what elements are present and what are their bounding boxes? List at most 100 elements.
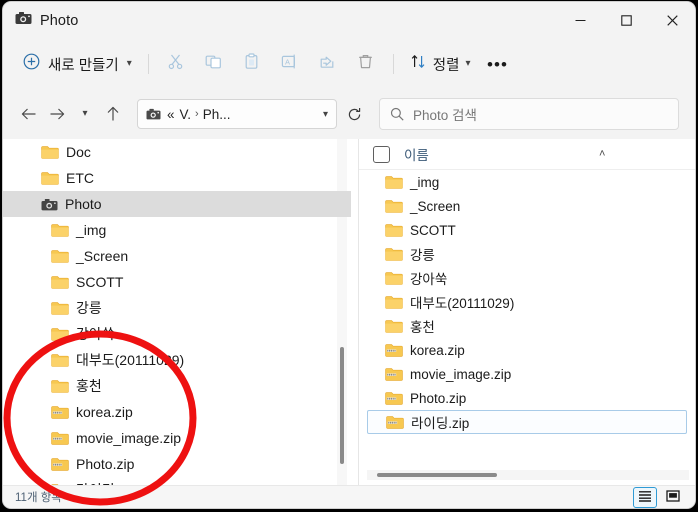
back-button[interactable] [15,99,43,129]
search-box[interactable]: Photo 검색 [379,98,679,130]
file-list-row[interactable]: 강아쑥 [359,266,695,290]
search-input[interactable]: Photo 검색 [413,104,477,124]
zip-folder-icon [51,431,69,445]
toolbar-divider-2 [392,54,394,74]
window-controls [557,2,695,39]
close-button[interactable] [649,2,695,39]
file-list-row[interactable]: movie_image.zip [359,362,695,386]
file-list-row[interactable]: Photo.zip [359,386,695,410]
folder-icon [51,249,69,263]
command-toolbar: 새로 만들기 ▾ A 정렬 ▾ ••• [3,39,695,89]
folder-icon [385,295,403,309]
list-view-icon [638,489,652,507]
folder-icon [385,319,403,333]
file-list-row[interactable]: SCOTT [359,218,695,242]
sort-button[interactable]: 정렬 ▾ [402,48,479,80]
nav-tree-item-label: SCOTT [76,274,124,290]
nav-tree-item[interactable]: _Screen [3,243,351,269]
details-view-button[interactable] [633,487,657,508]
nav-tree-item[interactable]: Photo [3,191,351,217]
folder-icon [385,271,403,285]
folder-icon [385,247,403,261]
nav-tree-item[interactable]: 홍천 [3,373,351,399]
file-list-row[interactable]: _Screen [359,194,695,218]
tile-view-icon [666,489,680,507]
nav-tree-item-label: _img [76,222,107,238]
file-list-row-label: _img [410,174,440,190]
maximize-button[interactable] [603,2,649,39]
zip-folder-icon [51,457,69,471]
nav-tree-item[interactable]: Photo.zip [3,451,351,477]
navigation-pane[interactable]: Doc ETC Photo _img _Screen SCOTT 강릉 강아쑥 대부도(2011… [3,139,351,486]
nav-tree-item[interactable]: 강릉 [3,295,351,321]
new-button[interactable]: 새로 만들기 ▾ [17,47,140,81]
nav-tree-item-label: 홍천 [76,378,102,394]
breadcrumb-item-1[interactable]: Ph... [203,107,231,122]
nav-tree-item[interactable]: Doc [3,139,351,165]
nav-tree-item[interactable]: ETC [3,165,351,191]
column-header-name[interactable]: 이름 [404,144,429,164]
zip-folder-icon [51,405,69,419]
file-explorer-window: Photo 새로 만들기 ▾ A 정렬 ▾ ••• ▾ « V. › Ph...… [3,2,695,508]
file-list-row-label: 강릉 [410,248,435,263]
file-list-row[interactable]: 라이딩.zip [367,410,687,434]
large-icons-view-button[interactable] [661,487,685,508]
window-title: Photo [40,12,79,29]
address-bar[interactable]: « V. › Ph... ▾ [137,99,337,129]
file-list-row-label: korea.zip [410,342,465,358]
copy-button[interactable] [195,48,233,80]
recent-locations-button[interactable]: ▾ [71,99,99,129]
chevron-down-icon[interactable]: ▾ [323,109,332,120]
forward-button[interactable] [43,99,71,129]
file-list-pane[interactable]: 이름 ˄ _img _Screen SCOTT 강릉강아쑥대부도(20111029) 홍… [359,139,695,486]
nav-tree-item[interactable]: korea.zip [3,399,351,425]
camera-icon [146,108,161,120]
minimize-button[interactable] [557,2,603,39]
refresh-button[interactable] [341,99,367,129]
nav-tree-item-label: _Screen [76,248,129,264]
column-header-row: 이름 ˄ [359,139,695,170]
more-options-button[interactable]: ••• [478,48,516,80]
copy-icon [205,53,222,75]
nav-tree-item[interactable]: 강아쑥 [3,321,351,347]
title-bar-left: Photo [3,11,78,30]
file-list-hscrollbar-thumb[interactable] [377,473,497,477]
zip-folder-icon [385,367,403,381]
file-list-row-label: _Screen [410,198,461,214]
nav-tree-item[interactable]: movie_image.zip [3,425,351,451]
nav-tree-item-label: movie_image.zip [76,430,182,446]
file-list-row[interactable]: korea.zip [359,338,695,362]
up-button[interactable] [99,99,127,129]
chevron-down-icon: ▾ [82,108,88,119]
file-list-row[interactable]: 홍천 [359,314,695,338]
toolbar-divider-1 [147,54,149,74]
content-area: Doc ETC Photo _img _Screen SCOTT 강릉 강아쑥 대부도(2011… [3,139,695,486]
file-list-row[interactable]: 강릉 [359,242,695,266]
file-list-row-label: 라이딩.zip [411,416,470,431]
file-list-row[interactable]: _img [359,170,695,194]
status-bar: 11개 항목 [3,485,695,508]
sort-arrows-icon [410,53,427,75]
select-all-checkbox[interactable] [373,145,390,163]
nav-tree-item[interactable]: 대부도(20111029) [3,347,351,373]
share-button[interactable] [309,48,347,80]
share-icon [319,53,336,75]
nav-tree-item-label: Photo.zip [76,456,135,472]
ellipsis-icon: ••• [487,54,508,74]
file-list-row-label: 대부도(20111029) [410,296,515,311]
file-list-row[interactable]: 대부도(20111029) [359,290,695,314]
chevron-down-icon: ▾ [465,58,471,69]
address-row: ▾ « V. › Ph... ▾ Photo 검색 [3,89,695,139]
breadcrumb-overflow[interactable]: « [167,107,175,122]
trash-icon [357,53,374,75]
delete-button[interactable] [347,48,385,80]
nav-tree-item[interactable]: _img [3,217,351,243]
breadcrumb-item-0[interactable]: V. [180,107,192,122]
file-list-row-label: SCOTT [410,222,456,238]
paste-button[interactable] [233,48,271,80]
cut-button[interactable] [157,48,195,80]
sort-ascending-icon[interactable]: ˄ [599,148,605,160]
nav-tree-item[interactable]: SCOTT [3,269,351,295]
folder-icon [51,275,69,289]
rename-button[interactable]: A [271,48,309,80]
